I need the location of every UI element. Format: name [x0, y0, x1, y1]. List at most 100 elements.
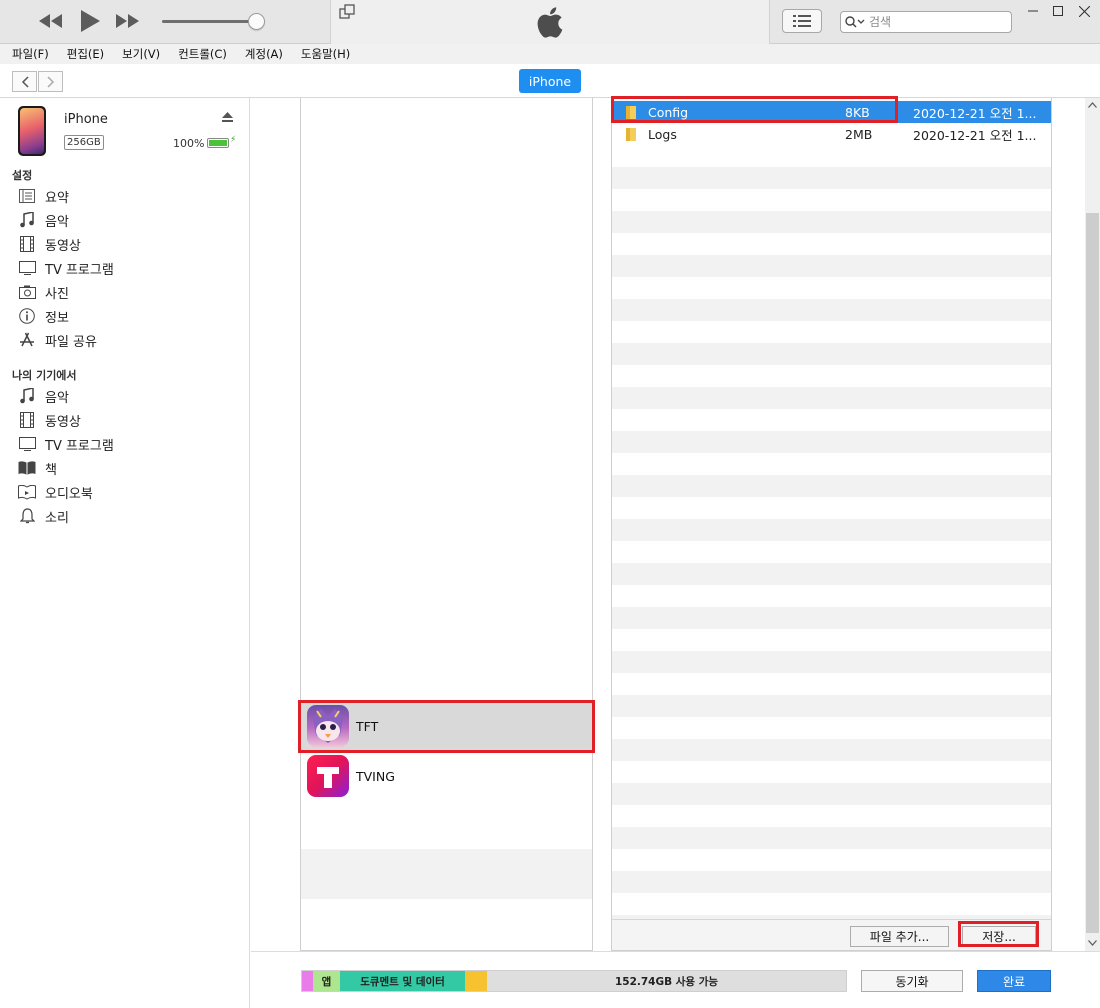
- mini-player-button[interactable]: [339, 4, 355, 23]
- sidebar-item-file-sharing[interactable]: 파일 공유: [0, 328, 249, 352]
- close-button[interactable]: [1073, 2, 1095, 20]
- menu-help[interactable]: 도움말(H): [295, 46, 350, 62]
- rewind-icon: [39, 14, 62, 28]
- maximize-icon: [1053, 6, 1063, 16]
- sidebar-item-device-movies[interactable]: 동영상: [0, 408, 249, 432]
- save-button[interactable]: 저장...: [962, 926, 1036, 947]
- scrollbar-thumb[interactable]: [1086, 213, 1099, 933]
- file-date: 2020-12-21 오전 1...: [913, 127, 1037, 143]
- fast-forward-button[interactable]: [114, 9, 140, 33]
- book-icon: [18, 459, 36, 477]
- device-name: iPhone: [64, 112, 108, 127]
- sidebar-item-label: 동영상: [45, 238, 81, 254]
- list-icon: [793, 15, 811, 27]
- volume-slider-track[interactable]: [162, 20, 258, 23]
- sidebar-item-label: TV 프로그램: [45, 438, 114, 454]
- on-device-header: 나의 기기에서: [12, 369, 77, 382]
- empty-row-stripe: [612, 475, 1051, 497]
- maximize-button[interactable]: [1047, 2, 1069, 20]
- sidebar-item-label: 오디오북: [45, 486, 93, 502]
- file-size: 2MB: [845, 126, 873, 142]
- sync-button[interactable]: 동기화: [861, 970, 963, 992]
- sidebar-item-device-audiobooks[interactable]: 오디오북: [0, 480, 249, 504]
- scroll-up-icon[interactable]: [1088, 102, 1097, 108]
- chevron-right-icon: [46, 75, 54, 88]
- capacity-segment-apps: 앱: [313, 971, 340, 991]
- empty-row-stripe: [612, 167, 1051, 189]
- folder-icon: [626, 106, 636, 119]
- camera-icon: [18, 283, 36, 301]
- empty-row-stripe: [612, 739, 1051, 761]
- empty-row-stripe: [612, 343, 1051, 365]
- menu-bar: 파일(F) 편집(E) 보기(V) 컨트롤(C) 계정(A) 도움말(H): [0, 44, 1100, 64]
- empty-row-stripe: [612, 431, 1051, 453]
- film-icon: [18, 411, 36, 429]
- status-display: [330, 0, 770, 44]
- empty-row-stripe: [612, 871, 1051, 893]
- play-button[interactable]: [78, 9, 102, 33]
- empty-row-stripe: [612, 299, 1051, 321]
- charging-icon: ⚡: [230, 135, 237, 145]
- sidebar-item-device-tones[interactable]: 소리: [0, 504, 249, 528]
- chevron-left-icon: [21, 75, 29, 88]
- empty-row-stripe: [612, 563, 1051, 585]
- scroll-down-icon[interactable]: [1088, 940, 1097, 946]
- app-name: TFT: [356, 718, 379, 734]
- forward-button[interactable]: [38, 71, 63, 92]
- device-tab[interactable]: iPhone: [519, 69, 581, 93]
- sidebar-item-label: 파일 공유: [45, 334, 97, 350]
- sidebar-item-device-tv[interactable]: TV 프로그램: [0, 432, 249, 456]
- sidebar-item-movies[interactable]: 동영상: [0, 232, 249, 256]
- sidebar-item-tv[interactable]: TV 프로그램: [0, 256, 249, 280]
- list-stripe: [301, 849, 592, 899]
- menu-edit[interactable]: 편집(E): [61, 46, 104, 62]
- file-row-config[interactable]: Config 8KB 2020-12-21 오전 1...: [612, 101, 1051, 123]
- file-row-logs[interactable]: Logs 2MB 2020-12-21 오전 1...: [612, 123, 1051, 145]
- capacity-bar-area: 앱 도큐멘트 및 데이터 152.74GB 사용 가능 동기화 완료: [251, 951, 1100, 1008]
- documents-list: Config 8KB 2020-12-21 오전 1... Logs 2MB 2…: [611, 98, 1052, 951]
- folder-icon: [626, 128, 636, 141]
- volume-slider-knob[interactable]: [248, 13, 265, 30]
- menu-view[interactable]: 보기(V): [116, 46, 160, 62]
- tv-icon: [18, 435, 36, 453]
- sidebar-item-info[interactable]: 정보: [0, 304, 249, 328]
- add-file-button[interactable]: 파일 추가...: [850, 926, 949, 947]
- list-view-button[interactable]: [782, 9, 822, 33]
- capacity-segment-documents: 도큐멘트 및 데이터: [340, 971, 465, 991]
- sidebar-item-music[interactable]: 음악: [0, 208, 249, 232]
- sidebar-item-label: 사진: [45, 286, 69, 302]
- sidebar-item-label: 음악: [45, 214, 69, 230]
- vertical-scrollbar[interactable]: [1085, 98, 1100, 951]
- done-button[interactable]: 완료: [977, 970, 1051, 992]
- sidebar-item-summary[interactable]: 요약: [0, 184, 249, 208]
- empty-row-stripe: [612, 827, 1051, 849]
- app-row-tving[interactable]: TVING: [301, 751, 592, 801]
- empty-row-stripe: [612, 519, 1051, 541]
- sidebar-item-device-music[interactable]: 음악: [0, 384, 249, 408]
- menu-account[interactable]: 계정(A): [239, 46, 283, 62]
- search-field[interactable]: [840, 11, 1012, 33]
- device-capacity: 256GB: [64, 135, 104, 150]
- storage-capacity-bar: 앱 도큐멘트 및 데이터 152.74GB 사용 가능: [301, 970, 847, 992]
- fast-forward-icon: [116, 14, 139, 28]
- back-button[interactable]: [12, 71, 37, 92]
- app-row-tft[interactable]: TFT: [301, 701, 592, 751]
- minimize-button[interactable]: [1022, 2, 1044, 20]
- sidebar-item-device-books[interactable]: 책: [0, 456, 249, 480]
- menu-controls[interactable]: 컨트롤(C): [172, 46, 227, 62]
- empty-row-stripe: [612, 783, 1051, 805]
- file-sharing-app-list: TFT TVING: [300, 98, 593, 951]
- sidebar-item-label: 음악: [45, 390, 69, 406]
- audiobook-icon: [18, 483, 36, 501]
- info-icon: [18, 307, 36, 325]
- search-input[interactable]: [869, 15, 989, 29]
- sidebar-item-photos[interactable]: 사진: [0, 280, 249, 304]
- menu-file[interactable]: 파일(F): [6, 46, 49, 62]
- battery-percent: 100%: [173, 137, 205, 150]
- eject-icon[interactable]: [222, 112, 233, 125]
- empty-row-stripe: [612, 651, 1051, 673]
- rewind-button[interactable]: [38, 9, 64, 33]
- settings-header: 설정: [12, 169, 33, 182]
- empty-row-stripe: [612, 211, 1051, 233]
- app-name: TVING: [356, 768, 395, 784]
